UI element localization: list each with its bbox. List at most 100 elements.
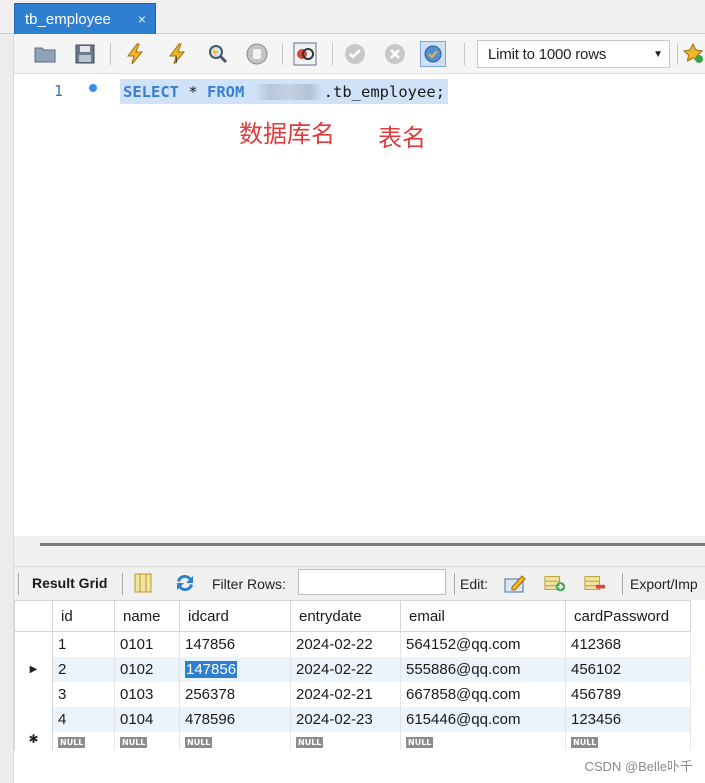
table-cell[interactable]: 2024-02-22 [290,631,401,657]
table-row[interactable]: 3 0103 256378 2024-02-21 667858@qq.com 4… [14,681,691,707]
sql-editor[interactable]: 1 SELECT * FROM ​ .tb_employee; 数据库名 表名 [14,74,705,536]
editor-toolbar: I Limit to 1000 rows ▼ [14,34,705,74]
table-cell[interactable]: 4 [52,706,115,732]
table-cell[interactable]: 0102 [114,656,180,682]
null-cell[interactable]: NULL [290,731,401,750]
table-cell[interactable]: 2024-02-23 [290,706,401,732]
tab-bar: tb_employee × [0,0,705,34]
blurred-database-name [254,83,323,100]
null-badge: NULL [120,736,148,748]
edit-row-icon[interactable] [504,572,526,594]
beautify-icon[interactable] [681,41,705,67]
add-row-icon[interactable] [544,572,566,594]
null-badge: NULL [296,736,324,748]
toolbar-separator [110,43,111,65]
sql-keyword-from: FROM [207,82,245,101]
refresh-icon[interactable] [174,572,196,594]
null-cell[interactable]: NULL [179,731,291,750]
execute-current-icon[interactable]: I [164,41,190,67]
table-cell[interactable]: 0101 [114,631,180,657]
table-cell[interactable]: 3 [52,681,115,707]
current-row-marker-icon[interactable]: ▶ [14,656,53,682]
table-cell[interactable]: 478596 [179,706,291,732]
new-row-star: ✱ [28,731,39,746]
row-header[interactable] [14,706,53,732]
table-cell[interactable]: 0103 [114,681,180,707]
autocommit-icon[interactable] [420,41,446,67]
commit-icon[interactable] [342,41,368,67]
panel-splitter[interactable] [14,536,705,566]
null-cell[interactable]: NULL [565,731,691,750]
null-cell[interactable]: NULL [114,731,180,750]
export-import-button[interactable]: Export/Imp [630,576,698,592]
filter-rows-label: Filter Rows: [212,576,286,592]
toolbar-separator [122,573,123,595]
sql-star: * [179,82,207,101]
toolbar-separator [332,43,333,65]
column-header[interactable]: email [400,600,566,632]
result-table: id name idcard entrydate email cardPassw… [14,600,691,750]
result-toolbar: Result Grid Filter Rows: Edit: Export/Im… [14,566,705,600]
edit-label: Edit: [460,576,489,592]
stop-icon[interactable] [244,41,270,67]
toolbar-separator [677,43,678,65]
sql-keyword-select: SELECT [123,82,179,101]
grid-layout-icon[interactable] [132,572,154,594]
row-header[interactable] [14,681,53,707]
result-grid-tab[interactable]: Result Grid [32,575,107,591]
table-row[interactable]: 1 0101 147856 2024-02-22 564152@qq.com 4… [14,631,691,657]
rollback-icon[interactable] [382,41,408,67]
table-cell[interactable]: 2 [52,656,115,682]
table-cell[interactable]: 564152@qq.com [400,631,566,657]
explain-icon[interactable] [204,41,230,67]
left-gutter [0,34,14,783]
table-cell[interactable]: 1 [52,631,115,657]
null-badge: NULL [58,736,86,748]
delete-row-icon[interactable] [584,572,606,594]
column-header[interactable]: name [114,600,180,632]
toolbar-separator [18,573,19,595]
selected-table-cell[interactable]: 147856 [179,656,291,682]
table-cell[interactable]: 615446@qq.com [400,706,566,732]
table-cell[interactable]: 2024-02-22 [290,656,401,682]
tab-tb-employee[interactable]: tb_employee × [14,3,156,34]
close-icon[interactable]: × [133,11,151,27]
folder-open-icon[interactable] [32,41,58,67]
annotation-database-name: 数据库名 [239,120,335,148]
table-cell[interactable]: 667858@qq.com [400,681,566,707]
watermark: CSDN @Belle卟千 [584,759,693,774]
table-header-row: id name idcard entrydate email cardPassw… [14,600,691,632]
null-cell[interactable]: NULL [52,731,115,750]
null-badge: NULL [185,736,213,748]
column-header[interactable]: entrydate [290,600,401,632]
table-cell[interactable]: 555886@qq.com [400,656,566,682]
table-cell[interactable]: 147856 [179,631,291,657]
table-cell[interactable]: 456789 [565,681,691,707]
table-cell[interactable]: 123456 [565,706,691,732]
table-cell[interactable]: 456102 [565,656,691,682]
table-cell[interactable]: 256378 [179,681,291,707]
column-header[interactable]: id [52,600,115,632]
sql-statement[interactable]: SELECT * FROM ​ .tb_employee; [120,79,448,104]
sql-table-name: .tb_employee; [323,82,445,101]
table-cell[interactable]: 412368 [565,631,691,657]
new-row[interactable]: ✱ NULL NULL NULL NULL NULL NULL [14,731,691,750]
filter-rows-input[interactable] [298,569,446,595]
table-row[interactable]: 4 0104 478596 2024-02-23 615446@qq.com 1… [14,706,691,732]
table-cell[interactable]: 0104 [114,706,180,732]
new-row-marker-icon[interactable]: ✱ [14,731,53,750]
limit-rows-select[interactable]: Limit to 1000 rows ▼ [477,40,670,68]
column-header[interactable]: cardPassword [565,600,691,632]
limit-rows-value: Limit to 1000 rows [488,45,607,63]
toolbar-separator [464,43,465,65]
splitter-handle[interactable] [40,543,705,546]
table-cell[interactable]: 2024-02-21 [290,681,401,707]
save-icon[interactable] [72,41,98,67]
execute-icon[interactable] [122,41,148,67]
toggle-error-icon[interactable] [292,41,318,67]
row-header[interactable] [14,631,53,657]
column-header[interactable]: idcard [179,600,291,632]
null-cell[interactable]: NULL [400,731,566,750]
table-row[interactable]: ▶ 2 0102 147856 2024-02-22 555886@qq.com… [14,656,691,682]
selected-cell-value: 147856 [185,660,238,678]
